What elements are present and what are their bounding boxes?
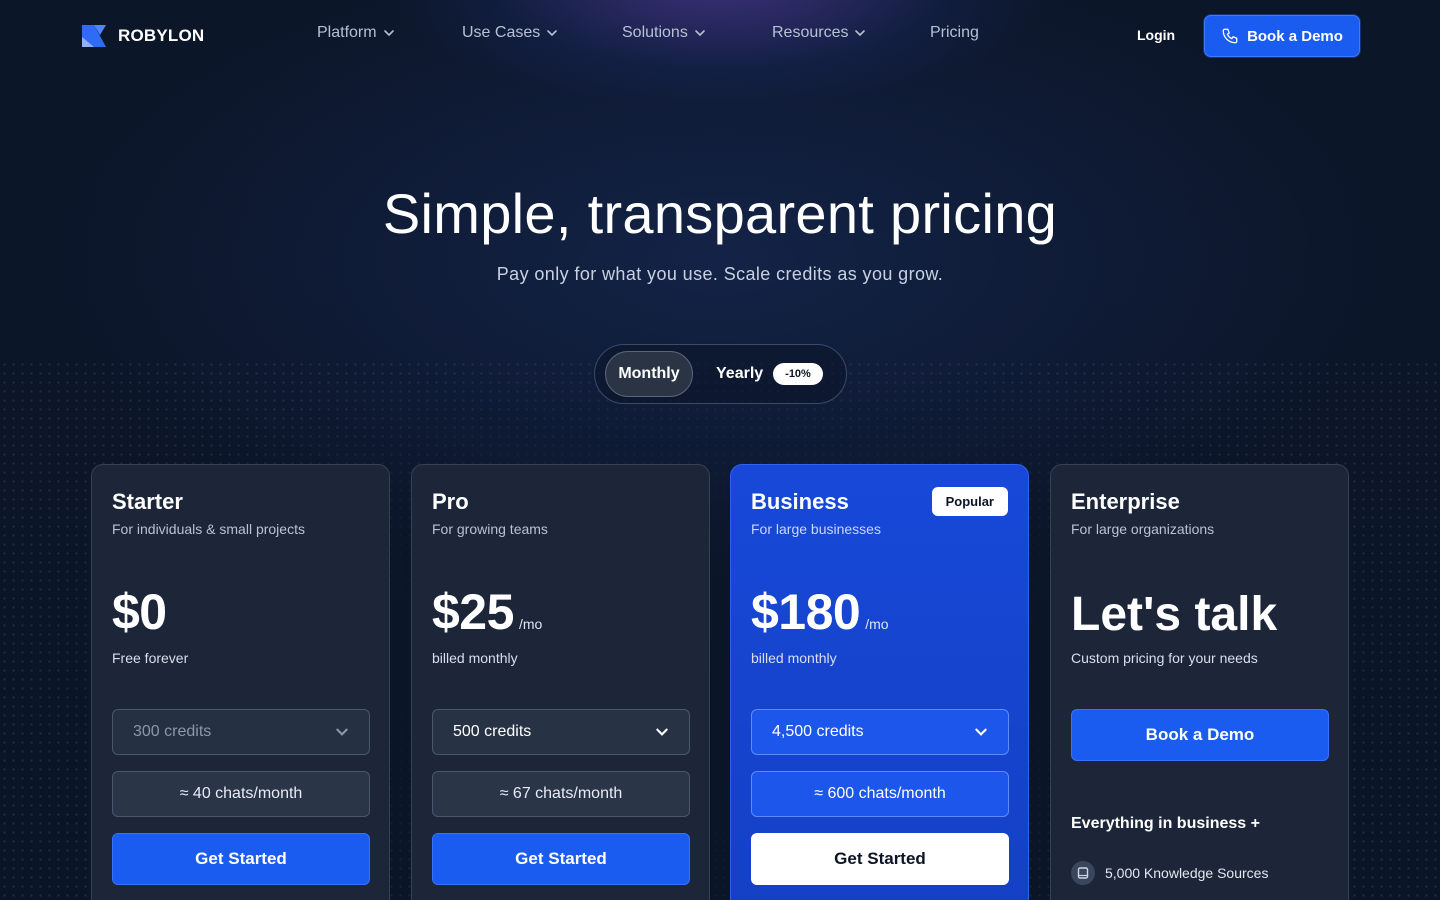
chats-estimate: ≈ 600 chats/month	[751, 771, 1009, 817]
plan-name: Starter	[112, 489, 183, 514]
feature-label: 5,000 Knowledge Sources	[1105, 865, 1269, 881]
price-note: billed monthly	[432, 650, 518, 666]
robylon-logo-icon	[80, 23, 108, 49]
credits-value: 4,500 credits	[772, 723, 864, 740]
plan-name: Enterprise	[1071, 489, 1180, 514]
price-unit: /mo	[518, 616, 543, 632]
nav-item-label: Use Cases	[462, 24, 541, 41]
price-note: Custom pricing for your needs	[1071, 650, 1258, 666]
book-demo-button[interactable]: Book a Demo	[1204, 15, 1360, 57]
yearly-label: Yearly	[716, 365, 764, 382]
top-navigation: ROBYLON Platform Use Cases Solutions Res…	[0, 0, 1440, 72]
nav-item-label: Pricing	[930, 24, 979, 41]
plan-price: $25 /mo	[432, 583, 542, 641]
price-value: Let's talk	[1071, 588, 1278, 641]
nav-item-use-cases[interactable]: Use Cases	[462, 24, 622, 42]
plan-card-pro: Pro For growing teams $25 /mo billed mon…	[411, 464, 710, 900]
feature-item: 5,000 Knowledge Sources	[1071, 861, 1268, 885]
plan-name: Pro	[432, 489, 469, 514]
plan-card-business: Business Popular For large businesses $1…	[730, 464, 1029, 900]
brand-name: ROBYLON	[118, 26, 205, 45]
plan-description: For growing teams	[432, 521, 548, 537]
credits-select[interactable]: 500 credits	[432, 709, 690, 755]
price-note: billed monthly	[751, 650, 837, 666]
get-started-button[interactable]: Get Started	[432, 833, 690, 885]
main-menu: Platform Use Cases Solutions Resources P…	[317, 24, 979, 42]
credits-value: 500 credits	[453, 723, 532, 740]
price-value: $0	[112, 584, 167, 640]
plan-description: For large organizations	[1071, 521, 1215, 537]
chats-estimate: ≈ 67 chats/month	[432, 771, 690, 817]
price-value: $25	[432, 584, 514, 640]
nav-item-solutions[interactable]: Solutions	[622, 24, 772, 42]
plan-card-enterprise: Enterprise For large organizations Let's…	[1050, 464, 1349, 900]
nav-item-platform[interactable]: Platform	[317, 24, 462, 42]
book-icon	[1071, 861, 1095, 885]
chevron-down-icon	[383, 30, 394, 37]
discount-badge: -10%	[773, 363, 823, 385]
popular-badge: Popular	[931, 487, 1008, 516]
chevron-down-icon	[695, 30, 705, 37]
yearly-option[interactable]: Yearly -10%	[716, 351, 823, 397]
plan-card-starter: Starter For individuals & small projects…	[91, 464, 390, 900]
chevron-down-icon	[547, 30, 558, 37]
nav-item-label: Solutions	[622, 24, 688, 41]
book-demo-button[interactable]: Book a Demo	[1071, 709, 1329, 761]
billing-period-toggle: Monthly Yearly -10%	[594, 344, 847, 404]
phone-icon	[1222, 28, 1238, 44]
monthly-option[interactable]: Monthly	[605, 351, 693, 397]
plan-description: For large businesses	[751, 521, 881, 537]
chevron-down-icon	[656, 728, 668, 736]
get-started-button[interactable]: Get Started	[751, 833, 1009, 885]
book-demo-label: Book a Demo	[1247, 27, 1343, 45]
brand-logo[interactable]: ROBYLON	[80, 23, 204, 49]
features-heading: Everything in business +	[1071, 815, 1260, 832]
credits-select[interactable]: 4,500 credits	[751, 709, 1009, 755]
chevron-down-icon	[975, 728, 987, 736]
get-started-button[interactable]: Get Started	[112, 833, 370, 885]
credits-value: 300 credits	[133, 723, 212, 740]
nav-item-pricing[interactable]: Pricing	[930, 24, 979, 42]
plan-price: $180 /mo	[751, 583, 889, 641]
credits-select[interactable]: 300 credits	[112, 709, 370, 755]
chats-estimate: ≈ 40 chats/month	[112, 771, 370, 817]
plan-price: $0	[112, 583, 167, 641]
nav-item-label: Platform	[317, 24, 377, 41]
plan-name: Business	[751, 489, 849, 514]
page-subtitle: Pay only for what you use. Scale credits…	[496, 264, 944, 284]
chevron-down-icon	[855, 30, 866, 37]
page-title: Simple, transparent pricing	[382, 182, 1058, 245]
nav-item-label: Resources	[772, 24, 849, 41]
price-unit: /mo	[865, 616, 889, 632]
chevron-down-icon	[336, 728, 348, 736]
login-link[interactable]: Login	[1137, 27, 1175, 43]
nav-item-resources[interactable]: Resources	[772, 24, 930, 42]
plan-description: For individuals & small projects	[112, 521, 305, 537]
price-note: Free forever	[112, 650, 189, 666]
price-value: $180	[751, 584, 861, 640]
